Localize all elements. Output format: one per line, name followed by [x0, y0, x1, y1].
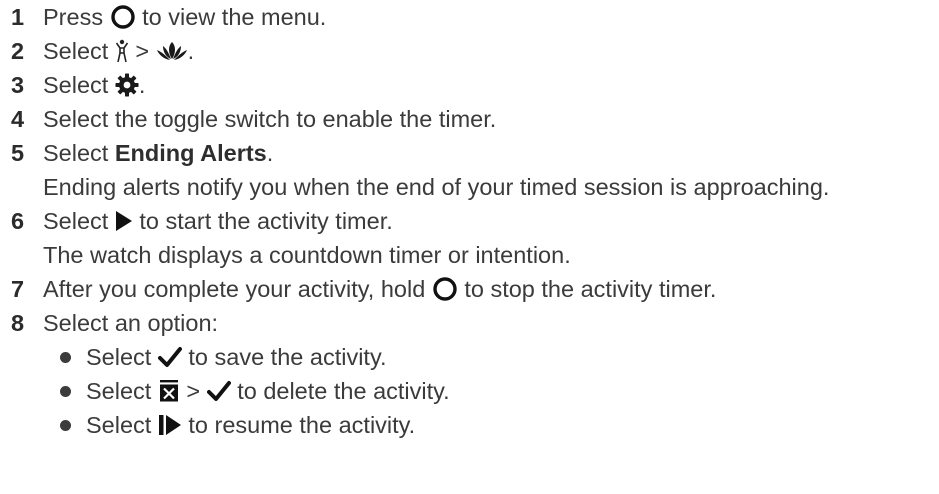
step-text: Press to view the menu. [43, 4, 327, 30]
step-number: 2 [11, 38, 25, 64]
activity-person-icon [115, 39, 129, 62]
option-text: Select to resume the activity. [86, 412, 416, 438]
step-text: Select the toggle switch to enable the t… [43, 106, 497, 132]
step-text: Select > . [43, 38, 195, 64]
bullet-dot [60, 352, 71, 363]
step-text: Select an option: [43, 310, 219, 336]
option-text: Select > to delete the activity. [86, 378, 450, 404]
option-text: Select to save the activity. [86, 344, 387, 370]
step-number: 4 [11, 106, 25, 132]
step-text: After you complete your activity, hold t… [43, 276, 717, 302]
bullet-dot [60, 420, 71, 431]
gear-icon [115, 73, 139, 97]
step-text: Select to start the activity timer. [43, 208, 393, 234]
play-icon [115, 210, 132, 231]
step-number: 5 [11, 140, 25, 166]
step-number: 1 [11, 4, 25, 30]
checkmark-icon [157, 346, 182, 367]
step-number: 7 [11, 276, 25, 302]
step-6-note: The watch displays a countdown timer or … [43, 242, 571, 268]
resume-icon [158, 414, 181, 435]
step-text: Select . [43, 72, 146, 98]
bullet-dot [60, 386, 71, 397]
checkmark-icon [206, 380, 231, 401]
menu-option-name: Ending Alerts [114, 140, 267, 166]
step-number: 8 [11, 310, 25, 336]
step-text: Select Ending Alerts. [43, 140, 274, 166]
step-number: 3 [11, 72, 25, 98]
lotus-icon [156, 41, 187, 60]
discard-icon [159, 379, 178, 402]
step-number: 6 [11, 208, 25, 234]
step-5-note: Ending alerts notify you when the end of… [43, 174, 830, 200]
circle-button-icon [110, 5, 135, 29]
circle-button-icon [433, 277, 457, 301]
